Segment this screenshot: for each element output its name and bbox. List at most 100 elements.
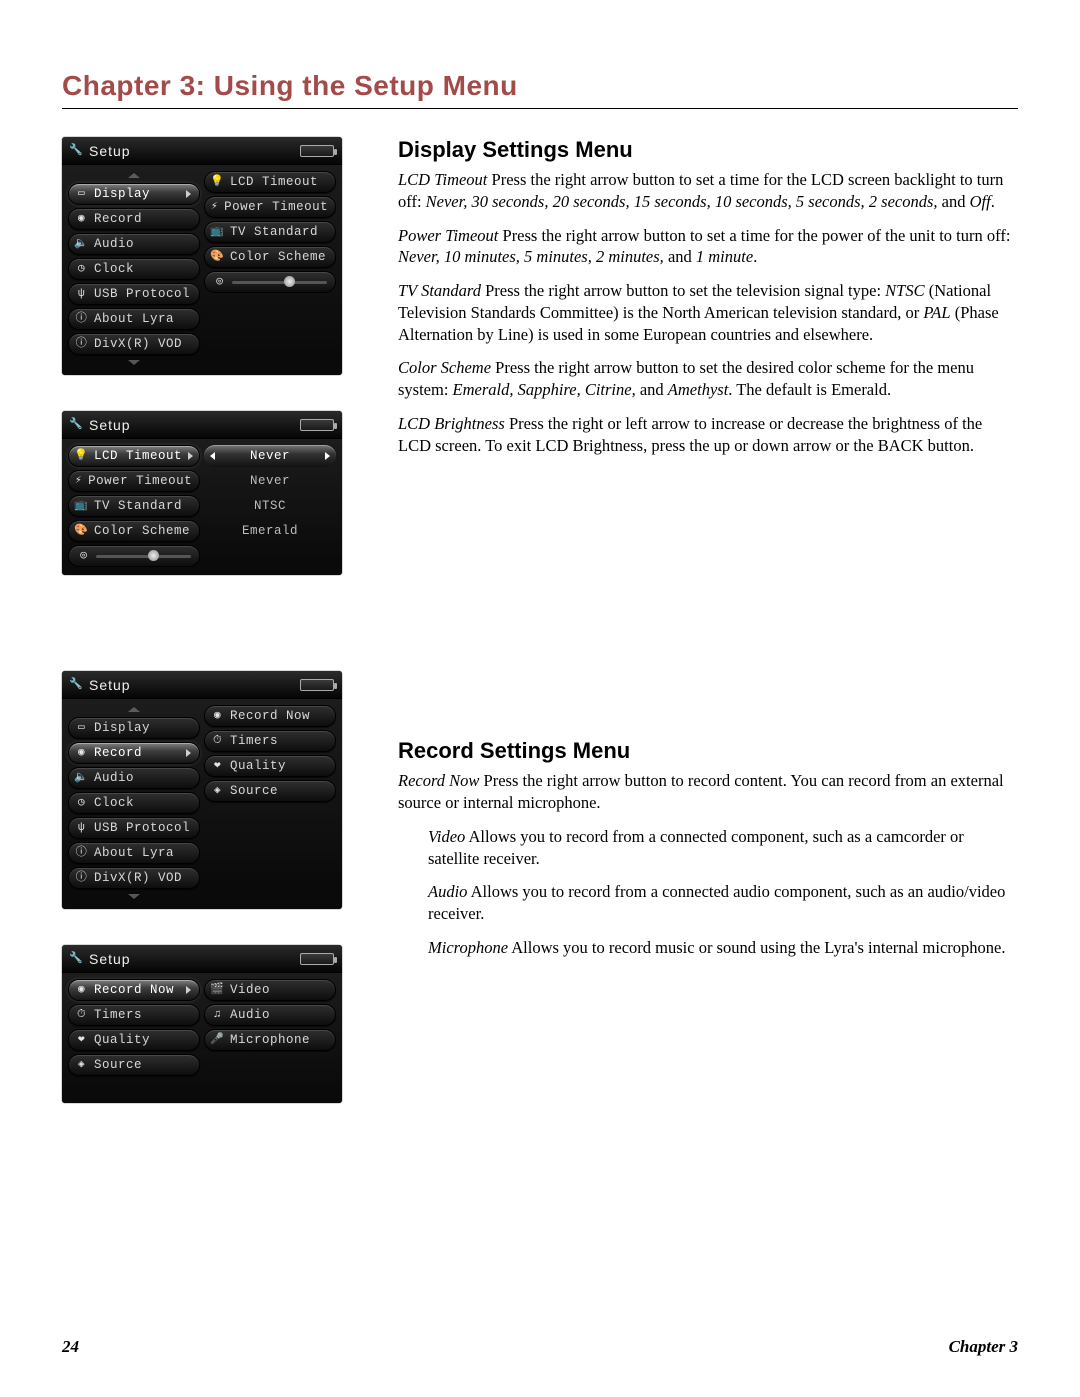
menu-item-clock[interactable]: ◷ Clock [68, 258, 200, 280]
timer-icon: ⏱ [75, 1009, 88, 1022]
menu-item-color-scheme[interactable]: 🎨 Color Scheme [204, 246, 336, 268]
chevron-right-icon [186, 986, 191, 994]
menu-item-display[interactable]: ▭ Display [68, 183, 200, 205]
menu-item-record[interactable]: ◉ Record [68, 208, 200, 230]
battery-icon [300, 953, 334, 965]
menu-item-label: Audio [94, 771, 134, 785]
text-column: Display Settings Menu LCD Timeout Press … [398, 137, 1018, 1139]
menu-item-timers[interactable]: ⏱ Timers [204, 730, 336, 752]
menu-item-power-timeout[interactable]: ⚡ Power Timeout [68, 470, 200, 492]
menu-item-about-lyra[interactable]: ⓘ About Lyra [68, 842, 200, 864]
scroll-down-icon [128, 360, 140, 365]
menu-item-quality[interactable]: ❤ Quality [204, 755, 336, 777]
device-screenshot-2: 🔧 Setup 💡 LCD Timeout ⚡ Power Timeout 📺 … [62, 411, 342, 575]
device-titlebar: 🔧 Setup [62, 137, 342, 165]
scroll-down-icon [128, 894, 140, 899]
brightness-slider[interactable]: ◎ [68, 545, 200, 567]
menu-item-timers[interactable]: ⏱ Timers [68, 1004, 200, 1026]
menu-item-label: Color Scheme [230, 250, 326, 264]
value-ntsc[interactable]: NTSC [204, 495, 336, 517]
menu-item-audio[interactable]: ♫ Audio [204, 1004, 336, 1026]
menu-item-label: Record [94, 212, 142, 226]
source-icon: ◈ [75, 1059, 88, 1072]
menu-item-label: Quality [230, 759, 286, 773]
chevron-right-icon [186, 749, 191, 757]
quality-icon: ❤ [211, 760, 224, 773]
menu-item-display[interactable]: ▭ Display [68, 717, 200, 739]
record-icon: ◉ [75, 213, 88, 226]
value-never[interactable]: Never [204, 445, 336, 467]
menu-item-divx-r-vod[interactable]: ⓘ DivX(R) VOD [68, 333, 200, 355]
audio-icon: 🔈 [75, 238, 88, 251]
wrench-icon: 🔧 [70, 952, 83, 965]
menu-item-microphone[interactable]: 🎤 Microphone [204, 1029, 336, 1051]
record-icon: ◉ [211, 710, 224, 723]
menu-item-source[interactable]: ◈ Source [68, 1054, 200, 1076]
menu-item-label: Color Scheme [94, 524, 190, 538]
menu-item-label: Display [94, 187, 150, 201]
info-icon: ⓘ [75, 338, 88, 351]
menu-item-source[interactable]: ◈ Source [204, 780, 336, 802]
audionote-icon: ♫ [211, 1009, 224, 1022]
record-icon: ◉ [75, 984, 88, 997]
menu-item-label: Clock [94, 796, 134, 810]
menu-item-usb-protocol[interactable]: ψ USB Protocol [68, 283, 200, 305]
lcd-icon: ◎ [213, 276, 226, 289]
menu-item-usb-protocol[interactable]: ψ USB Protocol [68, 817, 200, 839]
display-icon: ▭ [75, 722, 88, 735]
brightness-slider[interactable]: ◎ [204, 271, 336, 293]
info-icon: ⓘ [75, 872, 88, 885]
para-display-4: LCD Brightness Press the right or left a… [398, 413, 1018, 457]
sub-para-record-1: Audio Allows you to record from a connec… [428, 881, 1018, 925]
clock-icon: ◷ [75, 263, 88, 276]
menu-item-quality[interactable]: ❤ Quality [68, 1029, 200, 1051]
page-footer: 24 Chapter 3 [62, 1337, 1018, 1357]
menu-item-record-now[interactable]: ◉ Record Now [204, 705, 336, 727]
menu-item-record[interactable]: ◉ Record [68, 742, 200, 764]
menu-item-clock[interactable]: ◷ Clock [68, 792, 200, 814]
menu-item-label: USB Protocol [94, 287, 190, 301]
section-heading-display: Display Settings Menu [398, 137, 1018, 163]
menu-item-label: Record [94, 746, 142, 760]
menu-item-label: Timers [94, 1008, 142, 1022]
device-title: Setup [89, 677, 131, 693]
menu-item-label: LCD Timeout [230, 175, 318, 189]
menu-item-label: Audio [94, 237, 134, 251]
menu-item-tv-standard[interactable]: 📺 TV Standard [68, 495, 200, 517]
timeout-icon: 💡 [211, 176, 224, 189]
info-icon: ⓘ [75, 313, 88, 326]
menu-item-label: Display [94, 721, 150, 735]
quality-icon: ❤ [75, 1034, 88, 1047]
device-title: Setup [89, 143, 131, 159]
menu-item-label: TV Standard [230, 225, 318, 239]
display-icon: ▭ [75, 188, 88, 201]
menu-item-label: DivX(R) VOD [94, 871, 182, 885]
audio-icon: 🔈 [75, 772, 88, 785]
menu-item-label: Record Now [94, 983, 174, 997]
value-never[interactable]: Never [204, 470, 336, 492]
lcd-icon: ◎ [77, 550, 90, 563]
menu-item-divx-r-vod[interactable]: ⓘ DivX(R) VOD [68, 867, 200, 889]
menu-item-lcd-timeout[interactable]: 💡 LCD Timeout [204, 171, 336, 193]
palette-icon: 🎨 [211, 251, 224, 264]
menu-item-power-timeout[interactable]: ⚡ Power Timeout [204, 196, 336, 218]
wrench-icon: 🔧 [70, 678, 83, 691]
menu-item-lcd-timeout[interactable]: 💡 LCD Timeout [68, 445, 200, 467]
menu-item-record-now[interactable]: ◉ Record Now [68, 979, 200, 1001]
menu-item-video[interactable]: 🎬 Video [204, 979, 336, 1001]
scroll-up-icon [128, 707, 140, 712]
menu-item-audio[interactable]: 🔈 Audio [68, 233, 200, 255]
battery-icon [300, 419, 334, 431]
menu-item-label: About Lyra [94, 312, 174, 326]
menu-item-label: Video [230, 983, 270, 997]
tv-icon: 📺 [211, 226, 224, 239]
menu-item-audio[interactable]: 🔈 Audio [68, 767, 200, 789]
chapter-title: Chapter 3: Using the Setup Menu [62, 70, 1018, 102]
menu-item-color-scheme[interactable]: 🎨 Color Scheme [68, 520, 200, 542]
tv-icon: 📺 [75, 500, 88, 513]
value-emerald[interactable]: Emerald [204, 520, 336, 542]
record-icon: ◉ [75, 747, 88, 760]
sub-para-record-0: Video Allows you to record from a connec… [428, 826, 1018, 870]
menu-item-tv-standard[interactable]: 📺 TV Standard [204, 221, 336, 243]
menu-item-about-lyra[interactable]: ⓘ About Lyra [68, 308, 200, 330]
